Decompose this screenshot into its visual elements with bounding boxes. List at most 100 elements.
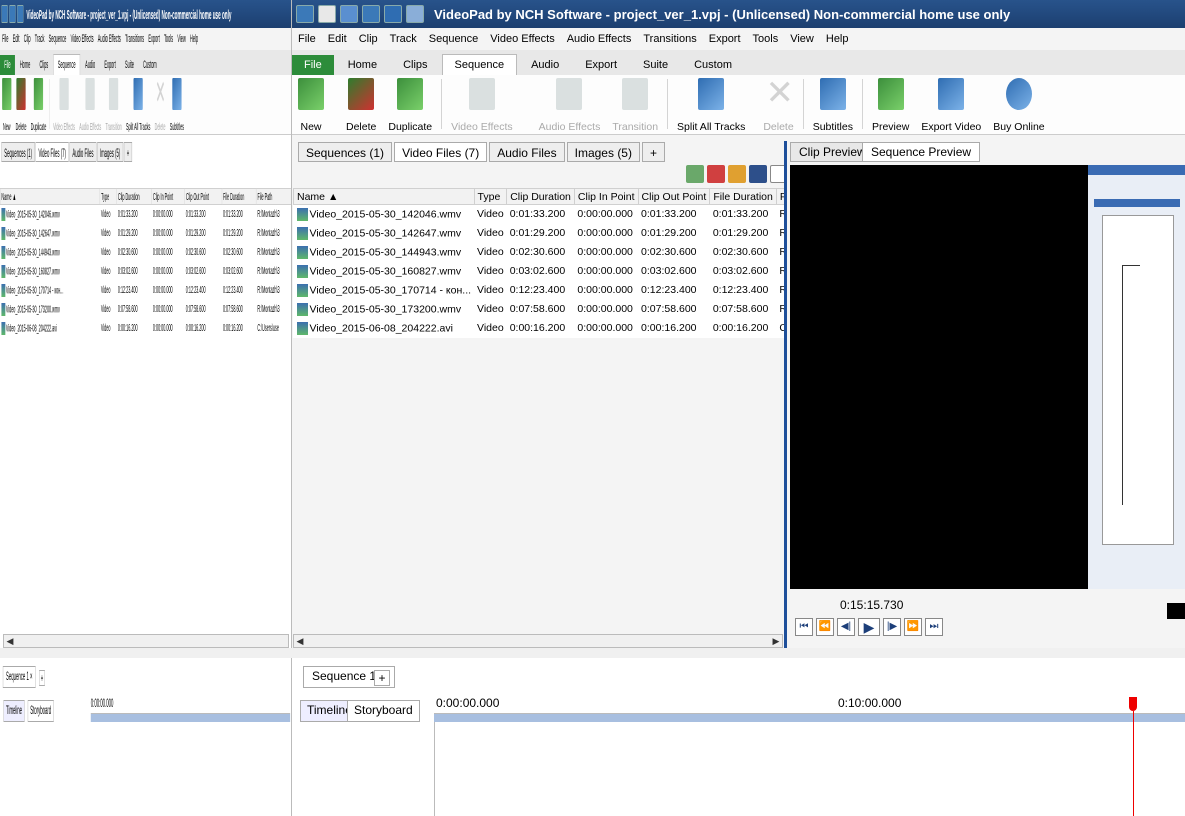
tab-sequence[interactable]: Sequence [441,54,518,75]
ghost-video-effects-button[interactable]: Video Effects [51,75,77,133]
tab-clips[interactable]: Clips [391,55,439,75]
tab-images[interactable]: Images (5) [566,142,640,162]
add-file-icon[interactable] [728,165,746,183]
table-row[interactable]: Video_2015-06-08_204222.avi Video 0:00:16.… [0,319,291,338]
table-row[interactable]: Video_2015-05-30_170714 - кон... Video 0:1… [294,281,845,300]
ghost-tab-custom[interactable]: Custom [139,55,161,75]
ghost-ruler[interactable]: 0:00:00.000 [90,696,291,714]
ghost-tab-audio-files[interactable]: Audio Files [69,142,97,162]
video-effects-button[interactable]: Video Effects [445,75,519,133]
undo-icon[interactable] [17,5,24,23]
table-row[interactable]: Video_2015-05-30_160827.wmv Video 0:03:02.… [0,262,291,281]
open-icon[interactable] [340,5,358,23]
ghost-horizontal-scrollbar[interactable]: ◀ [3,634,289,648]
ghost-storyboard-button[interactable]: Storyboard [27,700,54,722]
next-frame-icon[interactable]: ⏩ [904,618,922,636]
ghost-menu-clip[interactable]: Clip [24,33,31,45]
table-row[interactable]: Video_2015-05-30_170714 - кон... Video 0:1… [0,281,291,300]
ghost-delete-x-button[interactable]: ✕ Delete [152,75,167,133]
tab-sequence-preview[interactable]: Sequence Preview [862,142,981,162]
table-row[interactable]: Video_2015-05-30_142046.wmv Video 0:01:33.… [294,205,845,224]
ghost-tab-clips[interactable]: Clips [35,55,52,75]
ghost-col-file-path[interactable]: File Path [256,188,291,205]
table-row[interactable]: Video_2015-05-30_144943.wmv Video 0:02:30.… [294,243,845,262]
save-icon[interactable] [362,5,380,23]
col-clip-in-point[interactable]: Clip In Point [573,188,639,205]
col-clip-duration[interactable]: Clip Duration [506,188,575,205]
tab-audio[interactable]: Audio [519,55,571,75]
skip-start-icon[interactable]: ⏮ [795,618,813,636]
tab-audio-files[interactable]: Audio Files [489,142,565,162]
tab-video-files[interactable]: Video Files (7) [394,142,488,162]
new-file-icon[interactable] [318,5,336,23]
ghost-timeline-button[interactable]: Timeline [3,700,25,722]
table-row[interactable]: Video_2015-05-30_160827.wmv Video 0:03:02.… [294,262,845,281]
scroll-left-icon[interactable]: ◀ [294,635,306,647]
table-row[interactable]: Video_2015-05-30_142046.wmv Video 0:01:33.… [0,205,291,224]
ghost-split-button[interactable]: Split All Tracks [124,75,153,133]
previous-frame-icon[interactable]: ⏪ [816,618,834,636]
playhead-marker[interactable] [1129,697,1137,711]
table-row[interactable]: Video_2015-05-30_173200.wmv Video 0:07:58.… [294,300,845,319]
menu-view[interactable]: View [790,33,814,45]
timeline-ruler[interactable]: 0:00:00.000 0:10:00.000 [434,696,1185,714]
col-type[interactable]: Type [473,188,508,205]
transition-button[interactable]: Transition [606,75,664,133]
ghost-menu-transitions[interactable]: Transitions [125,33,144,45]
ghost-menu-help[interactable]: Help [190,33,198,45]
scroll-right-icon[interactable]: ▶ [770,635,782,647]
step-back-icon[interactable]: ◀| [837,618,855,636]
ghost-tab-add[interactable]: + [123,142,133,162]
duplicate-button[interactable]: Duplicate [382,75,438,133]
menu-tools[interactable]: Tools [753,33,779,45]
delete-track-button[interactable]: ✕ Delete [757,75,799,133]
redo-icon[interactable] [406,5,424,23]
ghost-tab-video-files[interactable]: Video Files (7) [35,142,69,162]
ghost-menu-track[interactable]: Track [35,33,45,45]
menu-edit[interactable]: Edit [328,33,347,45]
ghost-tab-sequences[interactable]: Sequences (1) [1,142,35,162]
step-forward-icon[interactable]: |▶ [883,618,901,636]
export-video-button[interactable]: Export Video [915,75,987,133]
preview-button[interactable]: Preview [866,75,915,133]
audio-effects-button[interactable]: Audio Effects [533,75,607,133]
ghost-tab-audio[interactable]: Audio [81,55,100,75]
menu-sequence[interactable]: Sequence [429,33,479,45]
ghost-col-clip-out[interactable]: Clip Out Point [184,188,223,205]
ghost-audio-effects-button[interactable]: Audio Effects [77,75,103,133]
ghost-menu-export[interactable]: Export [148,33,159,45]
split-all-tracks-button[interactable]: Split All Tracks [671,75,751,133]
scroll-left-icon[interactable]: ◀ [4,635,16,647]
ghost-col-clip-in[interactable]: Clip In Point [151,188,185,205]
buy-online-button[interactable]: Buy Online [987,75,1050,133]
menu-track[interactable]: Track [390,33,417,45]
view-mode-icon[interactable] [749,165,767,183]
close-icon[interactable]: × [30,669,32,683]
undo-icon[interactable] [384,5,402,23]
col-clip-out-point[interactable]: Clip Out Point [637,188,711,205]
ghost-col-clip-duration[interactable]: Clip Duration [116,188,152,205]
new-button[interactable]: New [292,75,330,133]
ghost-tab-export[interactable]: Export [100,55,120,75]
delete-button[interactable]: Delete [340,75,382,133]
ghost-tab-images[interactable]: Images (5) [97,142,124,162]
menu-file[interactable]: File [298,33,316,45]
tab-custom[interactable]: Custom [682,55,744,75]
add-to-sequence-icon[interactable] [686,165,704,183]
tab-suite[interactable]: Suite [631,55,680,75]
ghost-tab-sequence[interactable]: Sequence [53,54,81,75]
ghost-menu-sequence[interactable]: Sequence [49,33,67,45]
ghost-sequence-tab[interactable]: Sequence 1 × [2,666,36,688]
storyboard-button[interactable]: Storyboard [347,700,420,722]
horizontal-scrollbar[interactable]: ◀ ▶ [293,634,783,648]
menu-audio-effects[interactable]: Audio Effects [567,33,632,45]
table-row[interactable]: Video_2015-05-30_142647.wmv Video 0:01:29.… [294,224,845,243]
ghost-menu-edit[interactable]: Edit [13,33,20,45]
ghost-delete-button[interactable]: Delete [14,75,29,133]
ghost-menu-audio-effects[interactable]: Audio Effects [98,33,121,45]
menu-help[interactable]: Help [826,33,849,45]
menu-video-effects[interactable]: Video Effects [490,33,554,45]
ghost-col-name[interactable]: Name ▲ [0,188,101,205]
menu-export[interactable]: Export [709,33,741,45]
add-sequence-button[interactable]: + [374,670,390,686]
